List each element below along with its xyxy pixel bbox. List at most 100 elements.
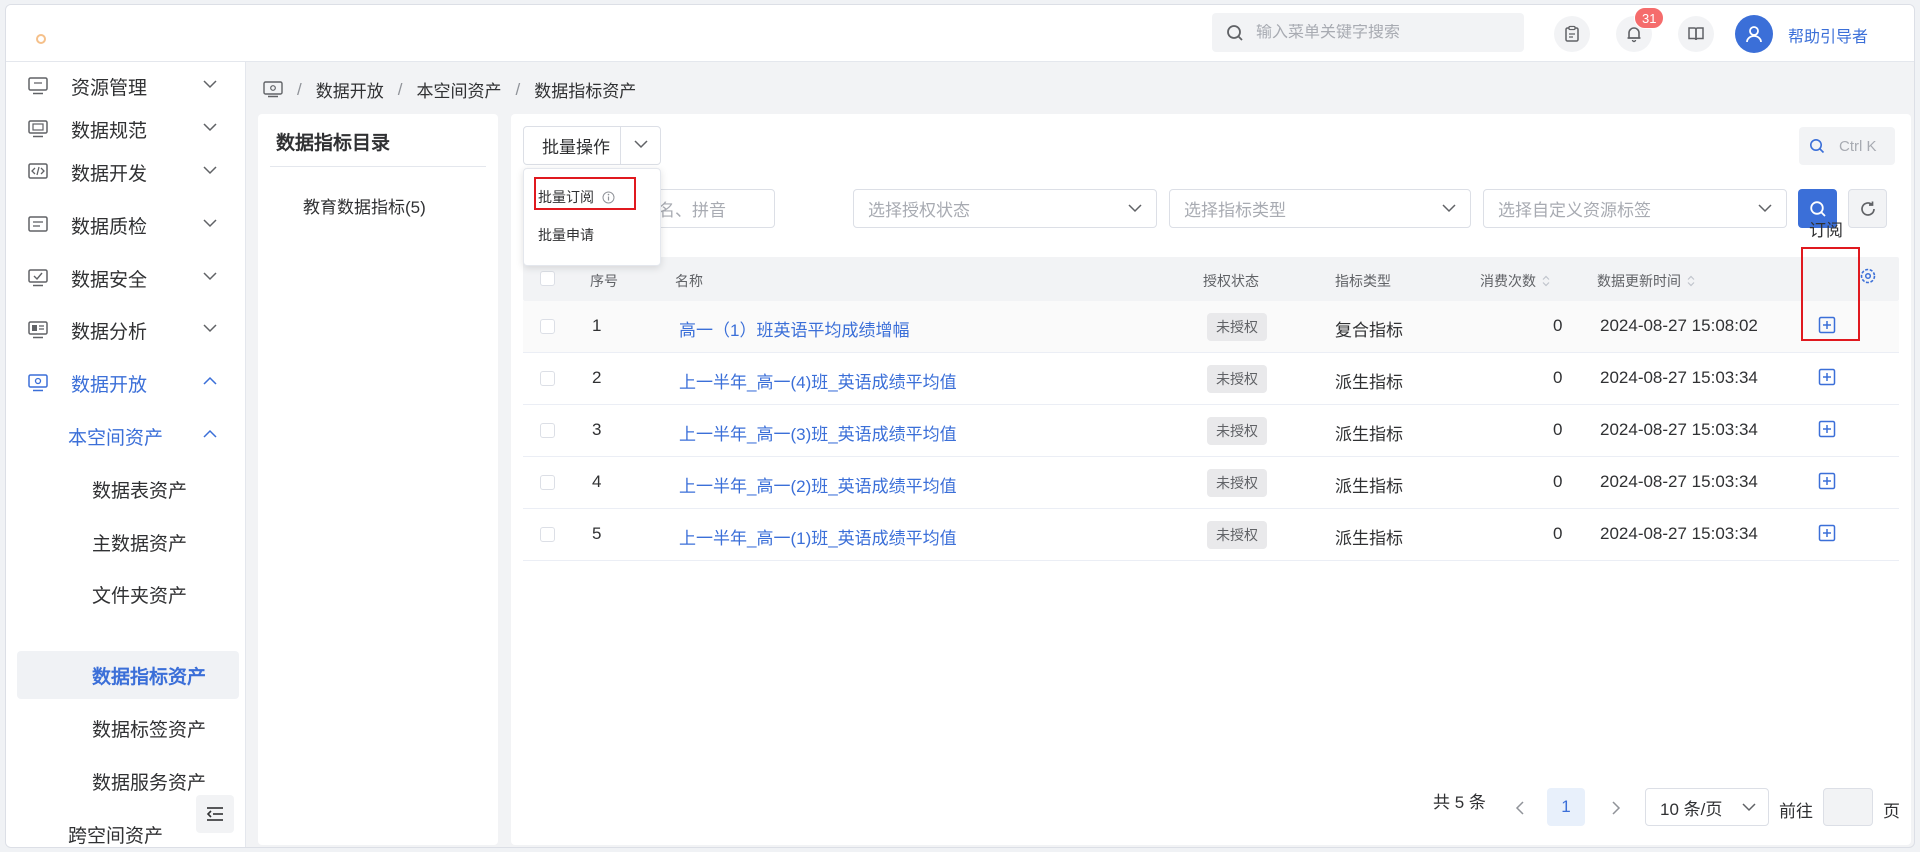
consume-count-header[interactable]: 消费次数 [1480,271,1550,291]
sidebar-item-table-assets[interactable]: 数据表资产 [6,467,246,511]
resource-tag-select[interactable]: 选择自定义资源标签 [1483,189,1787,228]
resource-tag-placeholder: 选择自定义资源标签 [1498,201,1651,220]
row-index: 5 [592,524,602,543]
menu-search-box[interactable] [1212,13,1524,52]
app-window: 31 帮助引导者 资源管理 数据规范 数据开发 数据质检 [5,4,1915,848]
auth-status-tag: 未授权 [1207,417,1267,445]
consume-count: 0 [1553,420,1563,439]
chevron-down-icon [1742,803,1756,812]
home-monitor-icon[interactable] [263,81,283,98]
row-checkbox[interactable] [540,371,555,386]
select-all-checkbox[interactable] [540,271,555,286]
sidebar-item-label: 文件夹资产 [92,585,188,607]
notification-badge: 31 [1634,7,1665,29]
sidebar-item-spec[interactable]: 数据规范 [6,107,246,151]
metric-list-panel: 批量操作 批量订阅 批量申请 Ctrl K 名、拼音 选择授权状态 选择指标类型… [511,114,1911,845]
column-header-label: 消费次数 [1480,273,1536,289]
sidebar-item-quality[interactable]: 数据质检 [6,203,246,247]
column-header: 授权状态 [1203,273,1259,289]
table-row: 4 上一半年_高一(2)班_英语成绩平均值 未授权 派生指标 0 2024-08… [523,457,1899,509]
book-icon[interactable] [1678,16,1714,52]
goto-page-input[interactable] [1823,788,1873,826]
sidebar-item-metric-assets[interactable]: 数据指标资产 [6,653,246,697]
sidebar-item-security[interactable]: 数据安全 [6,256,246,300]
batch-subscribe-item[interactable]: 批量订阅 [538,187,615,207]
table-row: 3 上一半年_高一(3)班_英语成绩平均值 未授权 派生指标 0 2024-08… [523,405,1899,457]
sidebar-item-analysis[interactable]: 数据分析 [6,308,246,352]
page-size-select[interactable]: 10 条/页 [1645,788,1769,826]
metric-name-link[interactable]: 上一半年_高一(3)班_英语成绩平均值 [679,420,957,445]
column-header-label: 数据更新时间 [1597,273,1681,289]
sidebar-item-master-assets[interactable]: 主数据资产 [6,520,246,564]
search-icon [1809,200,1826,217]
metric-name-link[interactable]: 上一半年_高一(4)班_英语成绩平均值 [679,368,957,393]
breadcrumb-separator: / [397,79,403,99]
metric-name-link[interactable]: 上一半年_高一(2)班_英语成绩平均值 [679,472,957,497]
consume-count: 0 [1553,316,1563,335]
refresh-icon [1860,201,1875,216]
sidebar-item-dev[interactable]: 数据开发 [6,150,246,194]
sidebar-collapse-button[interactable] [196,795,234,833]
chevron-down-icon [203,123,217,132]
sidebar-item-label: 数据指标资产 [92,666,207,688]
update-time-header[interactable]: 数据更新时间 [1597,271,1695,291]
breadcrumb-separator: / [515,79,521,99]
metric-type-select[interactable]: 选择指标类型 [1169,189,1471,228]
sidebar-item-label: 数据表资产 [92,480,188,502]
help-guide-link[interactable]: 帮助引导者 [1788,23,1868,47]
row-checkbox[interactable] [540,527,555,542]
prev-page-icon[interactable] [1515,801,1525,815]
sidebar-item-tag-assets[interactable]: 数据标签资产 [6,706,246,750]
table-header: 序号 名称 授权状态 指标类型 消费次数 数据更新时间 [523,257,1899,301]
sidebar-item-folder-assets[interactable]: 文件夹资产 [6,572,246,616]
breadcrumb-item[interactable]: 本空间资产 [416,77,501,102]
user-icon [1746,26,1762,43]
subscribe-icon[interactable] [1818,316,1836,334]
update-time: 2024-08-27 15:03:34 [1600,368,1758,387]
sort-icon [1542,275,1550,287]
sidebar-item-open[interactable]: 数据开放 [6,361,246,405]
consume-count: 0 [1553,368,1563,387]
batch-apply-item[interactable]: 批量申请 [538,225,594,245]
row-checkbox[interactable] [540,475,555,490]
subscribe-icon[interactable] [1818,472,1836,490]
table-row: 2 上一半年_高一(4)班_英语成绩平均值 未授权 派生指标 0 2024-08… [523,353,1899,405]
auth-status-tag: 未授权 [1207,313,1267,341]
clipboard-icon[interactable] [1554,16,1590,52]
subscribe-icon[interactable] [1818,368,1836,386]
sidebar-item-resource[interactable]: 资源管理 [6,64,246,108]
breadcrumb-item[interactable]: 数据开放 [316,77,384,102]
auth-status-select[interactable]: 选择授权状态 [853,189,1157,228]
sidebar-item-local-assets[interactable]: 本空间资产 [6,414,246,458]
goto-prefix: 前往 [1779,802,1813,821]
next-page-icon[interactable] [1611,801,1621,815]
catalog-item[interactable]: 教育数据指标(5) [303,193,426,218]
column-header: 名称 [675,273,703,289]
page-number-current[interactable]: 1 [1547,788,1585,826]
auth-status-tag: 未授权 [1207,469,1267,497]
refresh-button[interactable] [1848,189,1887,228]
sidebar-item-label: 跨空间资产 [68,825,164,847]
shortcut-search-button[interactable]: Ctrl K [1799,127,1895,165]
chevron-up-icon [203,376,217,385]
row-checkbox[interactable] [540,319,555,334]
row-index: 4 [592,472,602,491]
batch-operation-menu: 批量订阅 批量申请 [523,168,661,266]
subscribe-icon[interactable] [1818,524,1836,542]
chevron-down-icon [1442,204,1456,213]
auth-status-tag: 未授权 [1207,365,1267,393]
menu-search-input[interactable] [1256,23,1496,42]
subscribe-icon[interactable] [1818,420,1836,438]
column-settings-icon[interactable] [1859,267,1877,285]
metric-name-link[interactable]: 上一半年_高一(1)班_英语成绩平均值 [679,524,957,549]
row-checkbox[interactable] [540,423,555,438]
subscribe-tooltip: 订阅 [1809,221,1843,240]
breadcrumb: / 数据开放 / 本空间资产 / 数据指标资产 [263,77,636,102]
metric-type: 派生指标 [1335,529,1403,548]
metric-type-placeholder: 选择指标类型 [1184,201,1286,220]
user-avatar[interactable] [1735,15,1773,53]
batch-operation-dropdown[interactable]: 批量操作 [523,126,661,165]
metric-name-link[interactable]: 高一（1）班英语平均成绩增幅 [679,316,909,341]
info-icon [602,191,615,203]
sidebar-item-label: 本空间资产 [68,427,164,449]
